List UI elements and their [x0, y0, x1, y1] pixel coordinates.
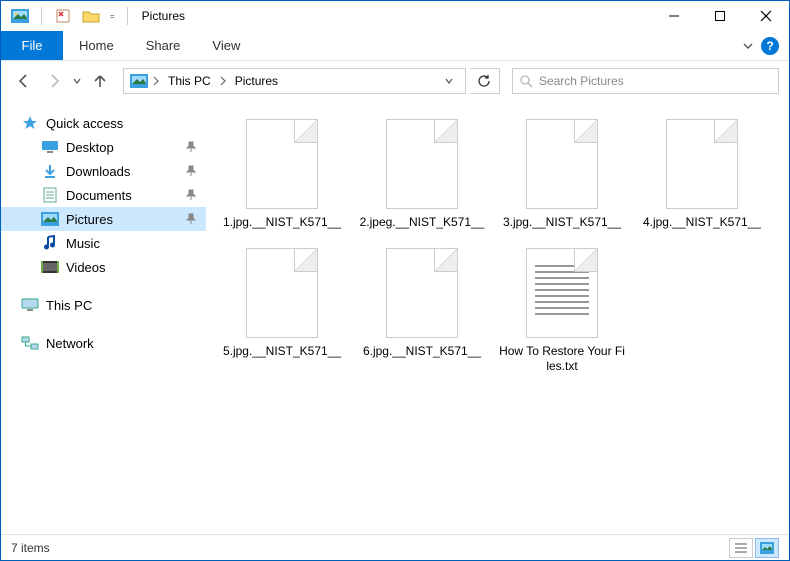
file-list[interactable]: 1.jpg.__NIST_K571__ 2.jpeg.__NIST_K571__ 3…	[206, 101, 789, 534]
documents-icon	[41, 187, 59, 203]
file-name: 3.jpg.__NIST_K571__	[503, 215, 621, 230]
file-item[interactable]: 6.jpg.__NIST_K571__	[356, 248, 488, 374]
search-icon	[519, 74, 533, 88]
expand-ribbon-icon[interactable]	[743, 41, 753, 51]
desktop-icon	[41, 139, 59, 155]
file-name: 5.jpg.__NIST_K571__	[223, 344, 341, 359]
sidebar-item-label: Documents	[66, 188, 132, 203]
file-name: 1.jpg.__NIST_K571__	[223, 215, 341, 230]
file-name: 4.jpg.__NIST_K571__	[643, 215, 761, 230]
details-view-button[interactable]	[729, 538, 753, 558]
file-item[interactable]: 4.jpg.__NIST_K571__	[636, 119, 768, 230]
qat-folder-icon[interactable]	[80, 5, 102, 27]
refresh-button[interactable]	[470, 68, 500, 94]
sidebar-item-label: Downloads	[66, 164, 130, 179]
pin-icon	[186, 213, 196, 225]
pin-icon	[186, 165, 196, 177]
ribbon: File Home Share View ?	[1, 31, 789, 61]
sidebar-item-desktop[interactable]: Desktop	[1, 135, 206, 159]
address-dropdown-icon[interactable]	[439, 77, 459, 85]
sidebar-item-label: This PC	[46, 298, 92, 313]
sidebar-this-pc[interactable]: This PC	[1, 293, 206, 317]
pictures-icon	[130, 74, 148, 88]
navigation-pane[interactable]: Quick access Desktop Downloads Documents Pi…	[1, 101, 206, 534]
videos-icon	[41, 259, 59, 275]
help-icon[interactable]: ?	[761, 37, 779, 55]
file-item[interactable]: 1.jpg.__NIST_K571__	[216, 119, 348, 230]
chevron-right-icon[interactable]	[217, 76, 229, 86]
file-icon	[246, 248, 318, 338]
file-name: 6.jpg.__NIST_K571__	[363, 344, 481, 359]
music-icon	[41, 235, 59, 251]
search-placeholder: Search Pictures	[539, 74, 624, 88]
sidebar-item-pictures[interactable]: Pictures	[1, 207, 206, 231]
back-button[interactable]	[11, 68, 37, 94]
sidebar-quick-access[interactable]: Quick access	[1, 111, 206, 135]
sidebar-item-label: Quick access	[46, 116, 123, 131]
minimize-button[interactable]	[651, 1, 697, 31]
file-icon	[386, 248, 458, 338]
qat-properties-icon[interactable]	[52, 5, 74, 27]
forward-button[interactable]	[41, 68, 67, 94]
pin-icon	[186, 189, 196, 201]
file-item[interactable]: 2.jpeg.__NIST_K571__	[356, 119, 488, 230]
sidebar-item-label: Music	[66, 236, 100, 251]
sidebar-item-label: Videos	[66, 260, 106, 275]
file-icon	[246, 119, 318, 209]
nav-toolbar: This PC Pictures Search Pictures	[1, 61, 789, 101]
ribbon-tab-share[interactable]: Share	[130, 31, 197, 60]
sidebar-item-downloads[interactable]: Downloads	[1, 159, 206, 183]
thumbnails-view-button[interactable]	[755, 538, 779, 558]
explorer-window: = Pictures File Home Share View ?	[0, 0, 790, 561]
recent-locations-icon[interactable]	[71, 77, 83, 85]
window-title: Pictures	[142, 9, 185, 23]
quick-access-icon	[21, 115, 39, 131]
ribbon-tab-view[interactable]: View	[196, 31, 256, 60]
search-input[interactable]: Search Pictures	[512, 68, 779, 94]
chevron-right-icon[interactable]	[150, 76, 162, 86]
breadcrumb[interactable]: Pictures	[231, 74, 282, 88]
app-icon	[9, 5, 31, 27]
file-icon	[526, 248, 598, 338]
ribbon-tab-file[interactable]: File	[1, 31, 63, 60]
file-name: How To Restore Your Files.txt	[499, 344, 625, 374]
qat-dropdown-icon[interactable]: =	[108, 12, 117, 21]
file-item[interactable]: How To Restore Your Files.txt	[496, 248, 628, 374]
file-name: 2.jpeg.__NIST_K571__	[360, 215, 485, 230]
sidebar-item-music[interactable]: Music	[1, 231, 206, 255]
file-item[interactable]: 3.jpg.__NIST_K571__	[496, 119, 628, 230]
maximize-button[interactable]	[697, 1, 743, 31]
sidebar-item-label: Desktop	[66, 140, 114, 155]
pin-icon	[186, 141, 196, 153]
address-bar[interactable]: This PC Pictures	[123, 68, 466, 94]
titlebar: = Pictures	[1, 1, 789, 31]
sidebar-item-videos[interactable]: Videos	[1, 255, 206, 279]
downloads-icon	[41, 163, 59, 179]
pictures-icon	[41, 211, 59, 227]
file-item[interactable]: 5.jpg.__NIST_K571__	[216, 248, 348, 374]
close-button[interactable]	[743, 1, 789, 31]
ribbon-tab-home[interactable]: Home	[63, 31, 130, 60]
sidebar-network[interactable]: Network	[1, 331, 206, 355]
sidebar-item-label: Network	[46, 336, 94, 351]
body: Quick access Desktop Downloads Documents Pi…	[1, 101, 789, 534]
separator	[41, 7, 42, 25]
status-bar: 7 items	[1, 534, 789, 560]
file-icon	[666, 119, 738, 209]
up-button[interactable]	[87, 68, 113, 94]
item-count: 7 items	[11, 541, 50, 555]
separator	[127, 7, 128, 25]
this-pc-icon	[21, 297, 39, 313]
network-icon	[21, 335, 39, 351]
sidebar-item-label: Pictures	[66, 212, 113, 227]
file-icon	[386, 119, 458, 209]
breadcrumb[interactable]: This PC	[164, 74, 215, 88]
file-icon	[526, 119, 598, 209]
sidebar-item-documents[interactable]: Documents	[1, 183, 206, 207]
